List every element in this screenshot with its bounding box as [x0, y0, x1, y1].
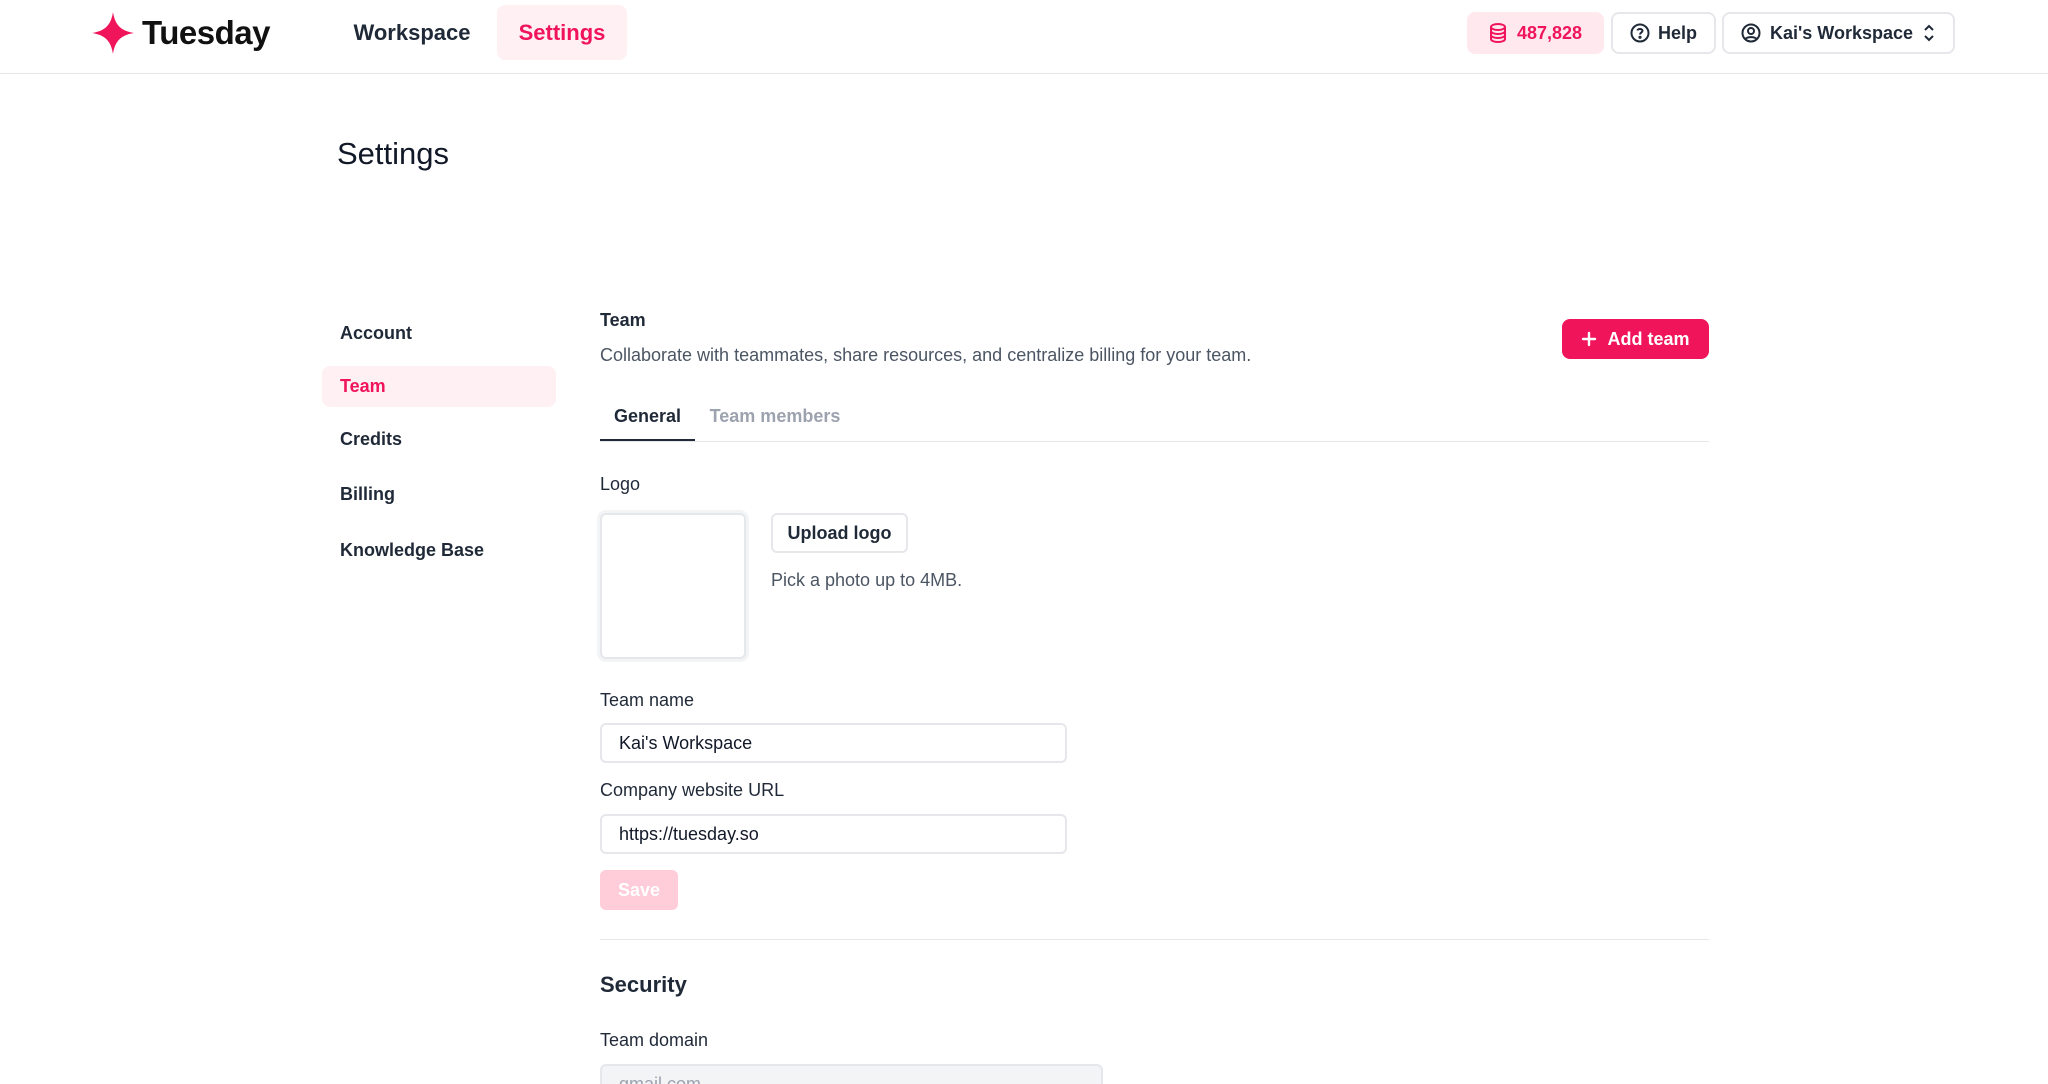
team-name-label: Team name	[600, 690, 695, 710]
workspace-switcher-label: Kai's Workspace	[1769, 22, 1913, 43]
nav-workspace[interactable]: Workspace	[344, 5, 480, 60]
sidebar-item-knowledge-base[interactable]: Knowledge Base	[322, 530, 556, 571]
add-team-button[interactable]: Add team	[1562, 319, 1709, 359]
user-circle-icon	[1741, 23, 1761, 43]
section-divider	[600, 939, 1709, 940]
help-button[interactable]: Help	[1611, 12, 1716, 54]
upload-hint: Pick a photo up to 4MB.	[771, 570, 963, 590]
security-title: Security	[600, 972, 687, 997]
database-icon	[1489, 23, 1506, 43]
workspace-switcher[interactable]: Kai's Workspace	[1722, 12, 1955, 54]
sidebar-item-credits[interactable]: Credits	[322, 419, 556, 460]
website-url-input[interactable]	[600, 814, 1067, 854]
plus-icon	[1582, 331, 1597, 347]
credits-count: 487,828	[1516, 22, 1583, 43]
upload-logo-button[interactable]: Upload logo	[771, 513, 908, 553]
save-button[interactable]: Save	[600, 870, 678, 910]
sparkle-icon	[92, 12, 134, 54]
sidebar-item-account[interactable]: Account	[322, 313, 556, 354]
tab-team-members[interactable]: Team members	[705, 406, 845, 442]
help-circle-icon	[1630, 23, 1650, 43]
top-bar: Tuesday Workspace Settings 487,828 Help …	[0, 0, 2048, 74]
credits-badge[interactable]: 487,828	[1467, 12, 1604, 54]
help-label: Help	[1657, 22, 1697, 43]
add-team-label: Add team	[1607, 328, 1690, 349]
section-description: Collaborate with teammates, share resour…	[600, 345, 1252, 365]
team-domain-label: Team domain	[600, 1030, 709, 1050]
sidebar-item-billing[interactable]: Billing	[322, 474, 556, 515]
page-title: Settings	[337, 136, 450, 171]
brand-logo[interactable]: Tuesday	[90, 10, 270, 56]
brand-name: Tuesday	[142, 14, 270, 51]
team-name-input[interactable]	[600, 723, 1067, 763]
team-domain-input[interactable]: gmail.com	[600, 1064, 1103, 1084]
logo-preview[interactable]	[600, 513, 746, 659]
sidebar-item-team[interactable]: Team	[322, 366, 556, 407]
section-title: Team	[600, 310, 646, 330]
logo-label: Logo	[600, 474, 641, 494]
nav-settings[interactable]: Settings	[497, 5, 627, 60]
tab-general[interactable]: General	[600, 406, 695, 442]
chevron-up-down-icon	[1924, 24, 1934, 42]
website-label: Company website URL	[600, 780, 785, 800]
tabs-divider	[600, 441, 1709, 442]
